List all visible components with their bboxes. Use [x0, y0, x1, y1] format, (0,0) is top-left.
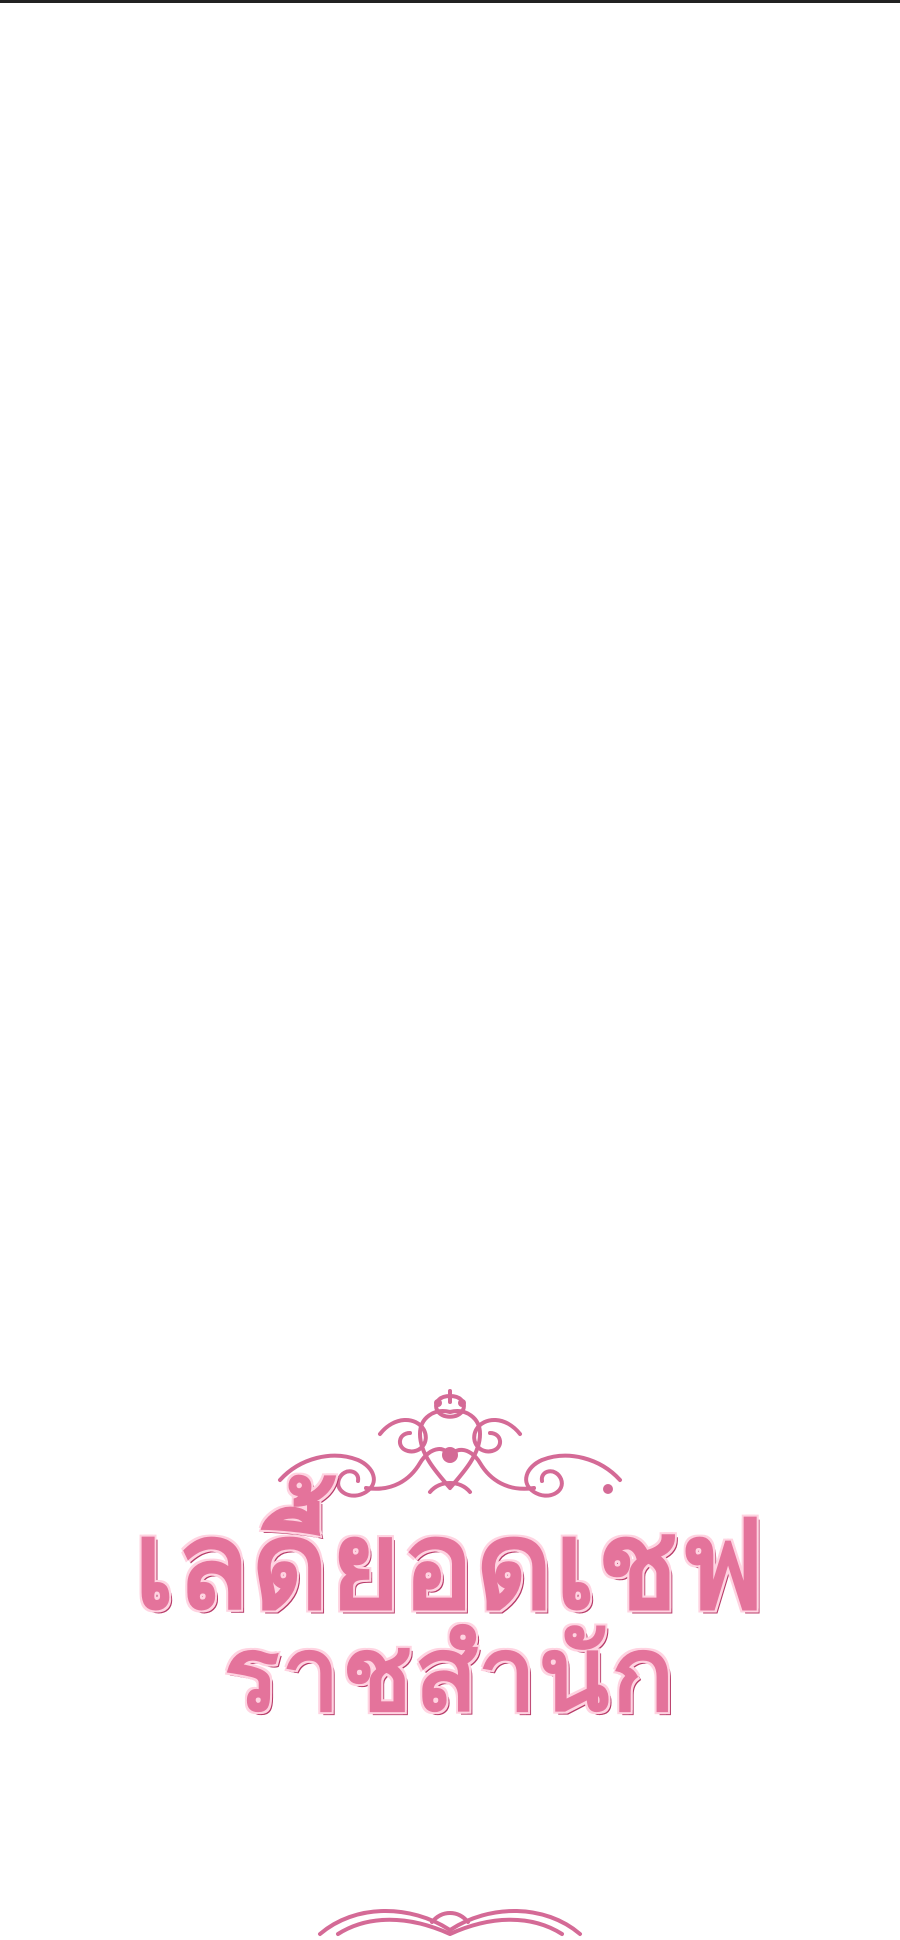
logo-title-line-1: เลดี้ยอดเชฟ: [133, 1493, 767, 1638]
flourish-crown-ornament-icon: [278, 1389, 622, 1498]
blank-panel: [0, 3, 900, 1373]
logo-title: เลดี้ยอดเชฟ ราชสำนัก: [0, 1500, 900, 1726]
flourish-loop-ornament-icon: [318, 1909, 582, 1936]
